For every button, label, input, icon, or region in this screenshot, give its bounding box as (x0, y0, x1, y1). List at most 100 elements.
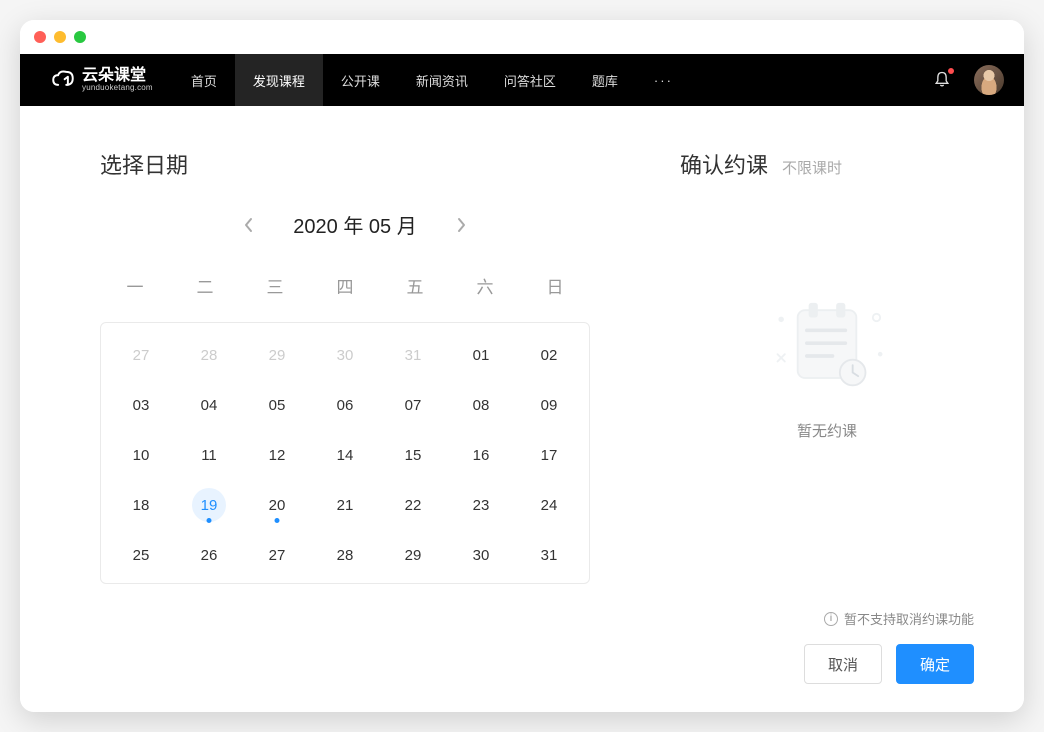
calendar-cell: 27 (107, 335, 175, 375)
content: 选择日期 2020 年 05 月 一二三四五六日 272829303101020… (20, 106, 1024, 712)
calendar-day[interactable]: 14 (328, 438, 362, 472)
calendar-cell: 28 (311, 535, 379, 575)
calendar-grid: 27 28 29 30 31 01 02 03 04 05 06 07 08 09 10 11 12 14 15 16… (107, 335, 583, 575)
info-icon: i (824, 612, 838, 626)
app-window: 云朵课堂 yunduoketang.com 首页发现课程公开课新闻资讯问答社区题… (20, 20, 1024, 712)
calendar-day[interactable]: 31 (396, 338, 430, 372)
calendar-day[interactable]: 29 (260, 338, 294, 372)
calendar-day[interactable]: 30 (328, 338, 362, 372)
calendar-weekdays: 一二三四五六日 (100, 267, 590, 304)
calendar-day[interactable]: 27 (260, 538, 294, 572)
date-panel: 选择日期 2020 年 05 月 一二三四五六日 272829303101020… (20, 106, 640, 712)
calendar-day[interactable]: 10 (124, 438, 158, 472)
calendar-cell: 28 (175, 335, 243, 375)
calendar-day[interactable]: 03 (124, 388, 158, 422)
calendar: 一二三四五六日 27 28 29 30 31 01 02 03 04 05 06 07 08 09 10 11… (100, 267, 590, 584)
calendar-day[interactable]: 24 (532, 488, 566, 522)
nav-item-1[interactable]: 发现课程 (235, 54, 323, 106)
calendar-day[interactable]: 18 (124, 488, 158, 522)
calendar-day[interactable]: 31 (532, 538, 566, 572)
calendar-cell: 06 (311, 385, 379, 425)
calendar-cell: 07 (379, 385, 447, 425)
calendar-day[interactable]: 04 (192, 388, 226, 422)
calendar-day[interactable]: 01 (464, 338, 498, 372)
calendar-day[interactable]: 20 (260, 488, 294, 522)
calendar-day[interactable]: 16 (464, 438, 498, 472)
weekday-label: 日 (520, 267, 590, 304)
calendar-day[interactable]: 28 (328, 538, 362, 572)
weekday-label: 六 (450, 267, 520, 304)
logo[interactable]: 云朵课堂 yunduoketang.com (50, 67, 153, 93)
next-month-button[interactable] (449, 213, 473, 237)
calendar-cell: 08 (447, 385, 515, 425)
calendar-day[interactable]: 19 (192, 488, 226, 522)
window-minimize-icon[interactable] (54, 31, 66, 43)
logo-sub: yunduoketang.com (82, 84, 153, 92)
calendar-day[interactable]: 06 (328, 388, 362, 422)
empty-text: 暂无约课 (797, 420, 857, 441)
calendar-day[interactable]: 21 (328, 488, 362, 522)
calendar-cell: 12 (243, 435, 311, 475)
calendar-month-label: 2020 年 05 月 (293, 210, 416, 239)
chevron-right-icon (455, 217, 467, 233)
confirm-button[interactable]: 确定 (896, 644, 974, 684)
nav-item-4[interactable]: 问答社区 (486, 54, 574, 106)
calendar-day[interactable]: 29 (396, 538, 430, 572)
calendar-day[interactable]: 23 (464, 488, 498, 522)
nav-right (932, 65, 1004, 95)
calendar-day[interactable]: 08 (464, 388, 498, 422)
window-titlebar (20, 20, 1024, 54)
calendar-cell: 30 (311, 335, 379, 375)
calendar-cell: 23 (447, 485, 515, 525)
calendar-day[interactable]: 15 (396, 438, 430, 472)
nav-items: 首页发现课程公开课新闻资讯问答社区题库 (173, 54, 636, 106)
weekday-label: 一 (100, 267, 170, 304)
notifications-button[interactable] (932, 70, 952, 90)
window-maximize-icon[interactable] (74, 31, 86, 43)
calendar-day[interactable]: 02 (532, 338, 566, 372)
top-nav: 云朵课堂 yunduoketang.com 首页发现课程公开课新闻资讯问答社区题… (20, 54, 1024, 106)
calendar-day[interactable]: 11 (192, 438, 226, 472)
calendar-cell: 26 (175, 535, 243, 575)
calendar-cell: 01 (447, 335, 515, 375)
calendar-day[interactable]: 26 (192, 538, 226, 572)
logo-text: 云朵课堂 yunduoketang.com (82, 68, 153, 92)
calendar-cell: 14 (311, 435, 379, 475)
calendar-day[interactable]: 07 (396, 388, 430, 422)
prev-month-button[interactable] (237, 213, 261, 237)
calendar-day[interactable]: 05 (260, 388, 294, 422)
confirm-subtitle: 不限课时 (782, 157, 842, 178)
empty-state: 暂无约课 (680, 290, 974, 441)
nav-item-3[interactable]: 新闻资讯 (398, 54, 486, 106)
nav-item-2[interactable]: 公开课 (323, 54, 398, 106)
logo-icon (50, 67, 76, 93)
calendar-day[interactable]: 28 (192, 338, 226, 372)
calendar-cell: 29 (379, 535, 447, 575)
confirm-panel: 确认约课 不限课时 (640, 106, 1024, 712)
calendar-day[interactable]: 09 (532, 388, 566, 422)
calendar-day[interactable]: 12 (260, 438, 294, 472)
calendar-day[interactable]: 27 (124, 338, 158, 372)
calendar-day[interactable]: 25 (124, 538, 158, 572)
avatar[interactable] (974, 65, 1004, 95)
calendar-header: 2020 年 05 月 (100, 210, 610, 239)
notice: i 暂不支持取消约课功能 (824, 609, 974, 628)
calendar-cell: 31 (515, 535, 583, 575)
nav-item-0[interactable]: 首页 (173, 54, 235, 106)
calendar-day[interactable]: 22 (396, 488, 430, 522)
calendar-cell: 04 (175, 385, 243, 425)
calendar-day[interactable]: 30 (464, 538, 498, 572)
nav-more-button[interactable]: ··· (636, 73, 691, 88)
chevron-left-icon (243, 217, 255, 233)
calendar-cell: 05 (243, 385, 311, 425)
empty-illustration-icon (752, 290, 902, 400)
logo-main: 云朵课堂 (82, 68, 153, 84)
calendar-body: 27 28 29 30 31 01 02 03 04 05 06 07 08 09 10 11 12 14 15 16… (100, 322, 590, 584)
calendar-cell: 09 (515, 385, 583, 425)
nav-item-5[interactable]: 题库 (574, 54, 636, 106)
cancel-button[interactable]: 取消 (804, 644, 882, 684)
calendar-cell: 22 (379, 485, 447, 525)
calendar-cell: 18 (107, 485, 175, 525)
calendar-day[interactable]: 17 (532, 438, 566, 472)
window-close-icon[interactable] (34, 31, 46, 43)
